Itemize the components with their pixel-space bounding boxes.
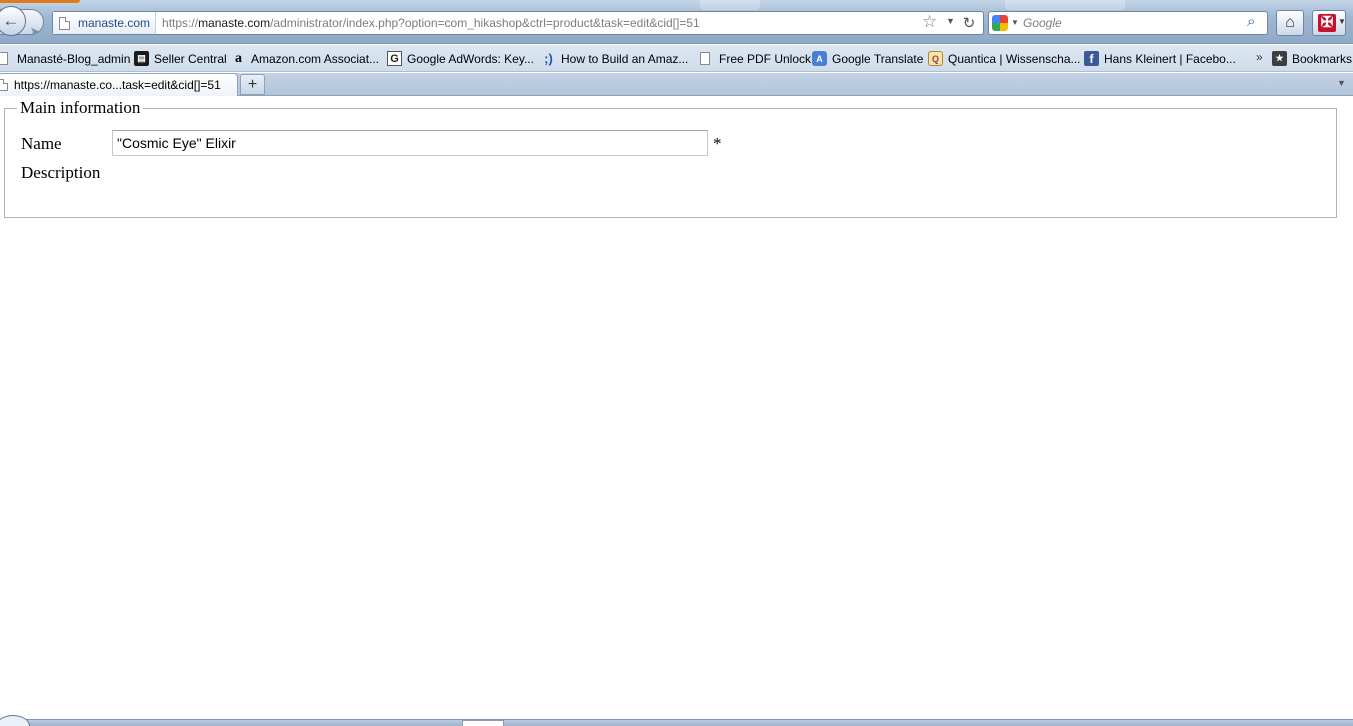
name-input[interactable] [112,130,708,156]
forward-button[interactable]: ➤ [27,22,43,42]
plus-icon: + [247,75,258,93]
site-domain: manaste.com [78,16,151,30]
bookmarks-toolbar: Manasté-Blog_admin ▤ Seller Central a Am… [0,45,1353,72]
main-information-fieldset: Main information Name * Description [4,98,1337,218]
required-marker: * [713,134,722,153]
bookmark-item[interactable]: Q Quantica | Wissenscha... [928,49,1081,68]
amazon-icon: a [235,50,242,66]
book-icon: ▤ [134,51,149,66]
addon-icon: ✠ [1318,14,1336,32]
navigation-toolbar: ➤ ← manaste.com https://manaste.com/admi… [0,0,1353,44]
forward-arrow-icon: ➤ [29,24,41,39]
firefox-menu-button[interactable] [0,0,80,3]
back-arrow-icon: ← [2,11,20,30]
bookmark-label: Hans Kleinert | Facebo... [1104,51,1236,66]
bookmark-label: Amazon.com Associat... [251,51,380,66]
bookmark-item[interactable]: A Google Translate [812,49,923,68]
url-path: /administrator/index.php?option=com_hika… [270,16,700,30]
quantica-icon: Q [928,51,943,66]
bookmarks-menu-button[interactable]: ★ Bookmarks [1272,49,1352,68]
home-icon: ⌂ [1285,14,1295,31]
taskbar-edge [0,719,1353,726]
reload-icon: ↻ [962,15,976,32]
bookmark-label: Manasté-Blog_admin [17,51,131,66]
search-input[interactable] [1023,14,1233,32]
bookmark-item[interactable]: ;) How to Build an Amaz... [541,49,688,68]
titlebar-decoration [700,0,760,10]
bookmarks-overflow-chevron-icon[interactable]: » [1256,50,1263,64]
bookmark-label: Google AdWords: Key... [407,51,534,66]
all-tabs-dropdown-icon[interactable]: ▼ [1337,78,1346,88]
page-icon [59,16,70,30]
smiley-icon: ;) [544,51,553,66]
name-label: Name [21,134,62,153]
bookmark-item[interactable]: Free PDF Unlock [700,49,811,68]
tab-strip: https://manaste.co...task=edit&cid[]=51 … [0,73,1353,96]
page-content: Main information Name * Description [0,97,1353,719]
home-button[interactable]: ⌂ [1276,10,1304,36]
translate-icon: A [812,51,827,66]
url-prefix: https:// [162,16,199,30]
fieldset-legend: Main information [17,98,144,118]
google-g-icon: G [387,51,402,66]
bookmark-star-icon[interactable]: ☆ [922,12,937,32]
page-icon [0,79,8,91]
reload-button[interactable]: ↻ [958,12,980,34]
search-icon[interactable]: ⌕ [1247,13,1255,30]
bookmark-item[interactable]: a Amazon.com Associat... [231,49,379,68]
bookmark-label: Google Translate [832,51,924,66]
page-icon [700,52,710,65]
bookmark-label: Quantica | Wissenscha... [948,51,1081,66]
description-label: Description [21,163,101,182]
tab-active[interactable]: https://manaste.co...task=edit&cid[]=51 [0,73,238,96]
new-tab-button[interactable]: + [240,74,265,95]
url-history-dropmarker-icon[interactable]: ▼ [946,16,955,26]
facebook-icon: f [1084,51,1099,66]
url-text[interactable]: https://manaste.com/administrator/index.… [156,16,983,30]
bookmark-item[interactable]: G Google AdWords: Key... [387,49,534,68]
bookmark-item[interactable]: ▤ Seller Central [134,49,227,68]
google-search-engine-icon[interactable] [992,15,1008,31]
tab-title: https://manaste.co...task=edit&cid[]=51 [14,78,221,92]
addon-menu-button[interactable]: ✠ ▼ [1312,10,1346,36]
chevron-down-icon: ▼ [1338,17,1346,26]
site-identity-button[interactable]: manaste.com [53,12,157,34]
titlebar-decoration [1005,0,1125,10]
url-bar[interactable]: manaste.com https://manaste.com/administ… [52,11,984,35]
bookmark-item[interactable]: Manasté-Blog_admin [0,49,130,68]
bookmark-item[interactable]: f Hans Kleinert | Facebo... [1084,49,1236,68]
search-bar: ▼ ⌕ [988,11,1268,35]
bookmark-label: How to Build an Amaz... [561,51,689,66]
page-icon [0,52,8,65]
bookmark-label: Free PDF Unlock [719,51,812,66]
bookmarks-icon: ★ [1272,51,1287,66]
url-host: manaste.com [198,16,271,30]
bookmark-label: Bookmarks [1292,51,1353,66]
bookmark-label: Seller Central [154,51,227,66]
chevron-down-icon[interactable]: ▼ [1011,18,1019,27]
taskbar-item[interactable] [462,720,504,726]
